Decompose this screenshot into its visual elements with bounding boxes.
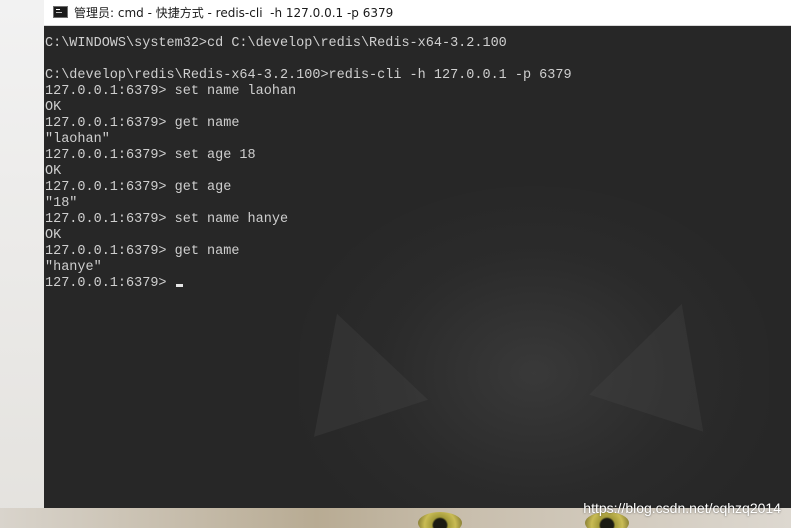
console-line: "laohan" — [45, 132, 110, 147]
console-line: OK — [45, 228, 62, 243]
console-line: OK — [45, 100, 62, 115]
console-line: 127.0.0.1:6379> set name hanye — [45, 212, 289, 227]
console-line: "hanye" — [45, 260, 102, 275]
console-prompt: 127.0.0.1:6379> — [45, 276, 175, 291]
wallpaper-cat-eye-left — [418, 512, 462, 528]
console-line: OK — [45, 164, 62, 179]
console-line: 127.0.0.1:6379> set age 18 — [45, 148, 256, 163]
cmd-console-icon — [53, 6, 68, 18]
console-line: 127.0.0.1:6379> get age — [45, 180, 232, 195]
desktop: 管理员: cmd - 快捷方式 - redis-cli -h 127.0.0.1… — [0, 0, 791, 528]
window-titlebar[interactable]: 管理员: cmd - 快捷方式 - redis-cli -h 127.0.0.1… — [44, 0, 791, 26]
window-title: 管理员: cmd - 快捷方式 - redis-cli -h 127.0.0.1… — [74, 6, 394, 20]
console-window[interactable]: C:\WINDOWS\system32>cd C:\develop\redis\… — [44, 26, 791, 508]
console-prompt-line[interactable]: 127.0.0.1:6379> — [45, 276, 572, 292]
watermark: https://blog.csdn.net/cqhzq2014 — [583, 500, 781, 516]
desktop-left-edge — [0, 0, 44, 528]
console-line: 127.0.0.1:6379> get name — [45, 116, 240, 131]
text-cursor — [175, 284, 183, 287]
console-line: C:\develop\redis\Redis-x64-3.2.100>redis… — [45, 68, 572, 83]
console-output[interactable]: C:\WINDOWS\system32>cd C:\develop\redis\… — [45, 36, 572, 292]
console-line: 127.0.0.1:6379> get name — [45, 244, 240, 259]
console-line: C:\WINDOWS\system32>cd C:\develop\redis\… — [45, 36, 507, 51]
console-line: "18" — [45, 196, 78, 211]
console-line: 127.0.0.1:6379> set name laohan — [45, 84, 297, 99]
